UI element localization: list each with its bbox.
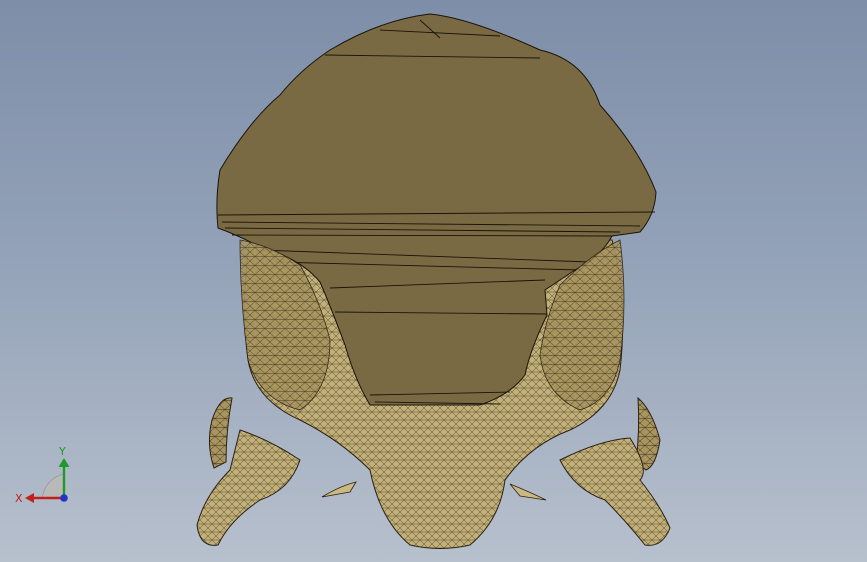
- graphics-viewport[interactable]: Y X: [0, 0, 867, 562]
- z-axis-dot: [60, 494, 68, 502]
- triad-plane: [41, 473, 65, 499]
- x-axis-label: X: [15, 492, 23, 505]
- y-axis-label: Y: [58, 445, 66, 458]
- axis-triad[interactable]: Y X: [12, 440, 76, 506]
- left-front-leg: [196, 397, 301, 546]
- beetle-model[interactable]: [0, 0, 867, 562]
